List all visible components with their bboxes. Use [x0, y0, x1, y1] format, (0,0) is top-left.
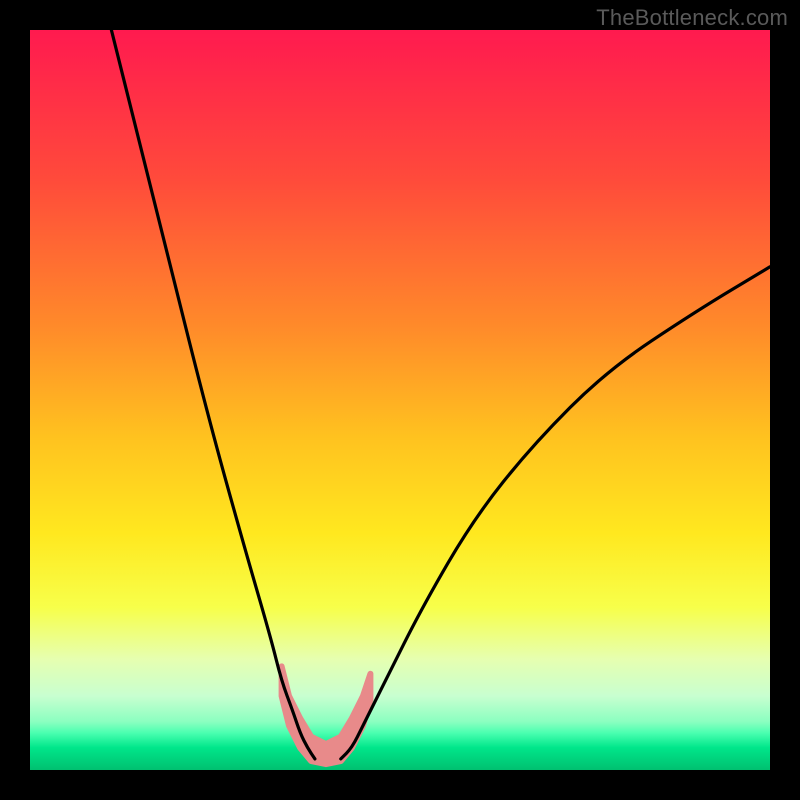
chart-canvas: [0, 0, 800, 800]
chart-frame: TheBottleneck.com: [0, 0, 800, 800]
plot-background: [30, 30, 770, 770]
watermark-text: TheBottleneck.com: [596, 5, 788, 31]
